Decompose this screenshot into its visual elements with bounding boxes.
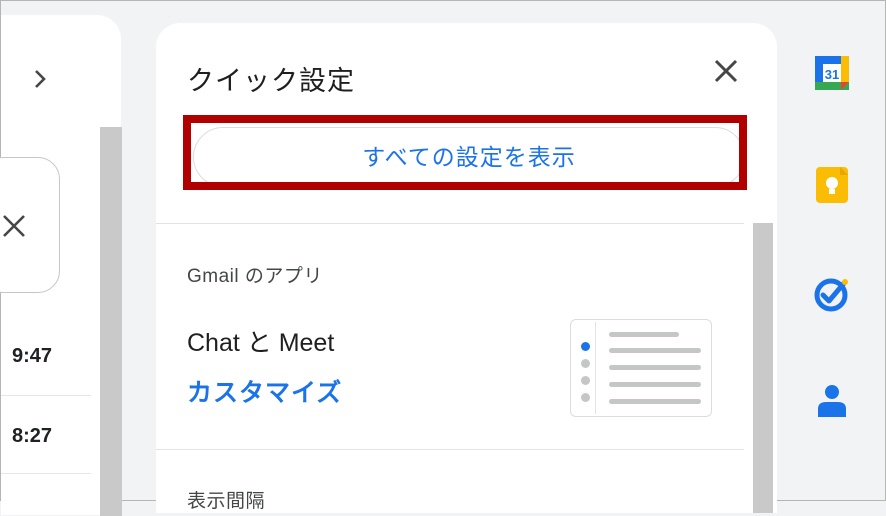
preview-bar [609,348,701,353]
row-divider [1,473,91,474]
mail-time: 8:27 [12,425,53,447]
tasks-icon[interactable] [812,274,852,314]
apps-section-label: Gmail のアプリ [187,266,323,287]
panel-title: クイック設定 [187,66,355,96]
preview-bar [609,365,701,370]
preview-bar [609,382,701,387]
density-section-label: 表示間隔 [187,491,266,512]
contacts-icon[interactable] [812,379,852,419]
layout-preview-thumbnail [570,319,712,417]
close-icon[interactable] [712,57,740,85]
customize-link[interactable]: カスタマイズ [187,373,342,409]
scrollbar[interactable] [753,223,773,513]
close-icon[interactable] [1,213,27,239]
row-divider [1,395,91,396]
calendar-icon[interactable]: 31 [812,53,852,93]
mail-list-pane: 9:47 8:27 [0,15,122,516]
preview-dot [581,342,590,351]
divider [156,223,744,224]
mail-time: 9:47 [12,345,53,367]
quick-settings-panel: クイック設定 すべての設定を表示 Gmail のアプリ Chat と Meet … [156,23,777,513]
calendar-day-text: 31 [825,67,839,82]
preview-dot [581,393,590,402]
highlight-box [183,115,747,190]
preview-bar [609,332,679,337]
preview-dot [581,359,590,368]
chevron-right-icon[interactable] [28,67,52,91]
preview-bar [609,399,701,404]
keep-icon[interactable] [812,165,852,205]
preview-dot [581,376,590,385]
chat-meet-label: Chat と Meet [187,329,335,357]
scrollbar[interactable] [100,127,122,516]
divider [156,449,744,450]
